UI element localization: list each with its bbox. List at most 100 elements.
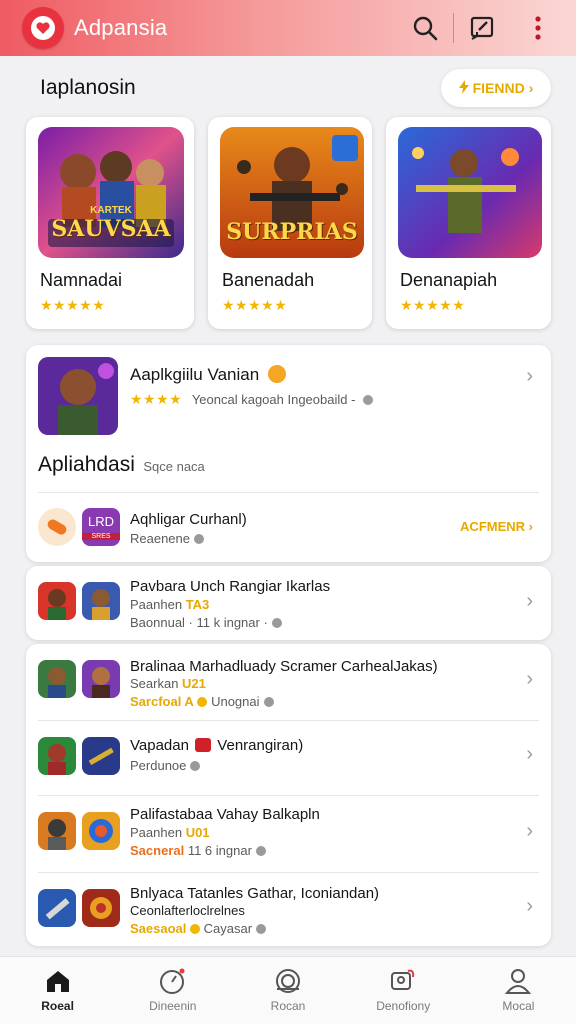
list-item[interactable]: Bralinaa Marhadluady Scramer CarhealJaka… [26,644,551,720]
bolt-icon [458,79,469,97]
list-item[interactable]: Vapadan Venrangiran) Perdunoe › [26,721,551,795]
app-header: Adpansia [0,0,576,56]
chevron-right-icon[interactable]: › [526,365,533,388]
game-thumbnail [38,660,76,698]
tab-label: Denofiony [376,999,431,1013]
bolt-icon [190,924,200,934]
rocket-icon [274,967,302,995]
tab-games[interactable]: Denofiony [346,957,461,1024]
featured-card[interactable]: KARTEK SAUVSAA Namnadai ★★★★★ [26,117,194,329]
featured-card[interactable]: Denanapiah ★★★★★ [386,117,551,329]
tab-label: Roeal [41,999,74,1013]
list-item[interactable]: Bnlyaca Tatanles Gathar, Iconiandan) Ceo… [26,873,551,945]
item-title: Vapadan Venrangiran) [130,737,304,754]
item-meta: Baonnual · 11 k ingnar · [130,615,282,630]
game-artwork: SURPRIAS [220,127,364,258]
game-artwork: KARTEK SAUVSAA [38,127,184,258]
art-title: SAUVSAA [51,216,171,242]
app-icon-sublabel: SRES [82,533,120,540]
bottom-tab-bar: Roeal Dineenin Rocan Denofiony Mocal [0,956,576,1024]
chevron-right-icon[interactable]: › [526,743,533,766]
game-thumbnail [38,812,76,850]
app-logo-icon[interactable] [22,7,64,49]
section-title: Iaplanosin [40,76,136,99]
item-subtitle: Ceonlafterloclrelnes [130,903,245,918]
item-subtitle: Paanhen U01 [130,825,210,840]
tab-rocket[interactable]: Rocan [230,957,345,1024]
app-title: Adpansia [74,15,168,40]
game-thumbnail [82,812,120,850]
game-thumbnail [82,660,120,698]
info-icon [271,618,282,628]
item-meta: Sarcfoal A Unognai [130,694,274,709]
item-subtitle: Searkan U21 [130,676,206,691]
game-name: Namnadai [40,270,123,290]
item-title: Pavbara Unch Rangiar Ikarlas [130,578,331,595]
discover-icon [159,967,187,995]
emoji-icon [195,738,212,752]
game-name: Denanapiah [400,270,498,290]
more-vertical-icon[interactable] [522,12,554,44]
games-icon [389,967,417,995]
tab-label: Dineenin [149,999,197,1013]
friend-button-label: FIENND [472,80,525,96]
subsection-subtitle: Sqce naca [143,459,205,474]
chevron-right-icon: › [528,80,534,96]
tab-label: Rocan [270,999,306,1013]
item-subtitle: Paanhen TA3 [130,597,210,612]
game-thumbnail [82,889,120,927]
action-link[interactable]: ACFMENR › [460,519,533,534]
friend-button[interactable]: FIENND › [441,69,551,107]
chevron-right-icon[interactable]: › [526,895,533,918]
game-name: Banenadah [222,270,315,290]
game-artwork[interactable] [38,357,118,435]
game-thumbnail [38,737,76,775]
tab-profile[interactable]: Mocal [461,957,576,1024]
bolt-icon [197,697,208,707]
header-divider [453,13,454,43]
heart-icon [31,16,55,40]
item-meta: Saesaoal Cayasar [130,921,267,936]
spotlight-card: Aaplkgiilu Vanian ★★★★ Yeoncal kagoah In… [26,345,551,562]
list-item[interactable]: Pavbara Unch Rangiar Ikarlas Paanhen TA3… [26,566,551,640]
info-icon [194,534,204,544]
game-thumbnail [82,737,120,775]
art-title: SURPRIAS [226,219,358,245]
art-subtitle: KARTEK [90,205,132,216]
featured-card[interactable]: SURPRIAS Banenadah ★★★★★ [208,117,372,329]
item-title: Palifastabaa Vahay Balkapln [130,806,320,823]
profile-icon [504,967,532,995]
info-icon [363,395,374,405]
item-title: Bralinaa Marhadluady Scramer CarhealJaka… [130,658,438,675]
search-icon[interactable] [409,12,441,44]
list-item[interactable]: Palifastabaa Vahay Balkapln Paanhen U01 … [26,796,551,872]
item-subtitle: Reaenene [130,531,204,546]
game-thumbnail [82,582,120,620]
rating-stars: ★★★★ [130,391,183,407]
rating-stars: ★★★★★ [40,297,106,313]
rating-stars: ★★★★★ [222,297,288,313]
spotlight-title[interactable]: Aaplkgiilu Vanian [130,365,286,385]
chevron-right-icon[interactable]: › [526,668,533,691]
chevron-right-icon[interactable]: › [526,820,533,843]
edit-icon[interactable] [466,12,498,44]
game-thumbnail [38,889,76,927]
rating-stars: ★★★★★ [400,297,466,313]
spotlight-subtitle: Yeoncal kagoah Ingeobaild - [191,392,356,407]
smile-emoji-icon [267,365,286,383]
tab-home[interactable]: Roeal [0,957,115,1024]
game-thumbnail [38,582,76,620]
game-artwork [398,127,542,258]
tab-discover[interactable]: Dineenin [115,957,230,1024]
divider [38,492,539,493]
app-icon[interactable] [38,508,76,546]
info-icon [263,697,274,707]
item-subtitle: Perdunoe [130,758,201,773]
app-icon[interactable]: LRD SRES [82,508,120,546]
item-title[interactable]: Aqhligar Curhanl) [130,511,247,528]
home-icon [44,967,72,995]
chevron-right-icon[interactable]: › [526,590,533,613]
list-group: Bralinaa Marhadluady Scramer CarhealJaka… [26,644,551,946]
tab-label: Mocal [502,999,535,1013]
info-icon [255,846,266,856]
